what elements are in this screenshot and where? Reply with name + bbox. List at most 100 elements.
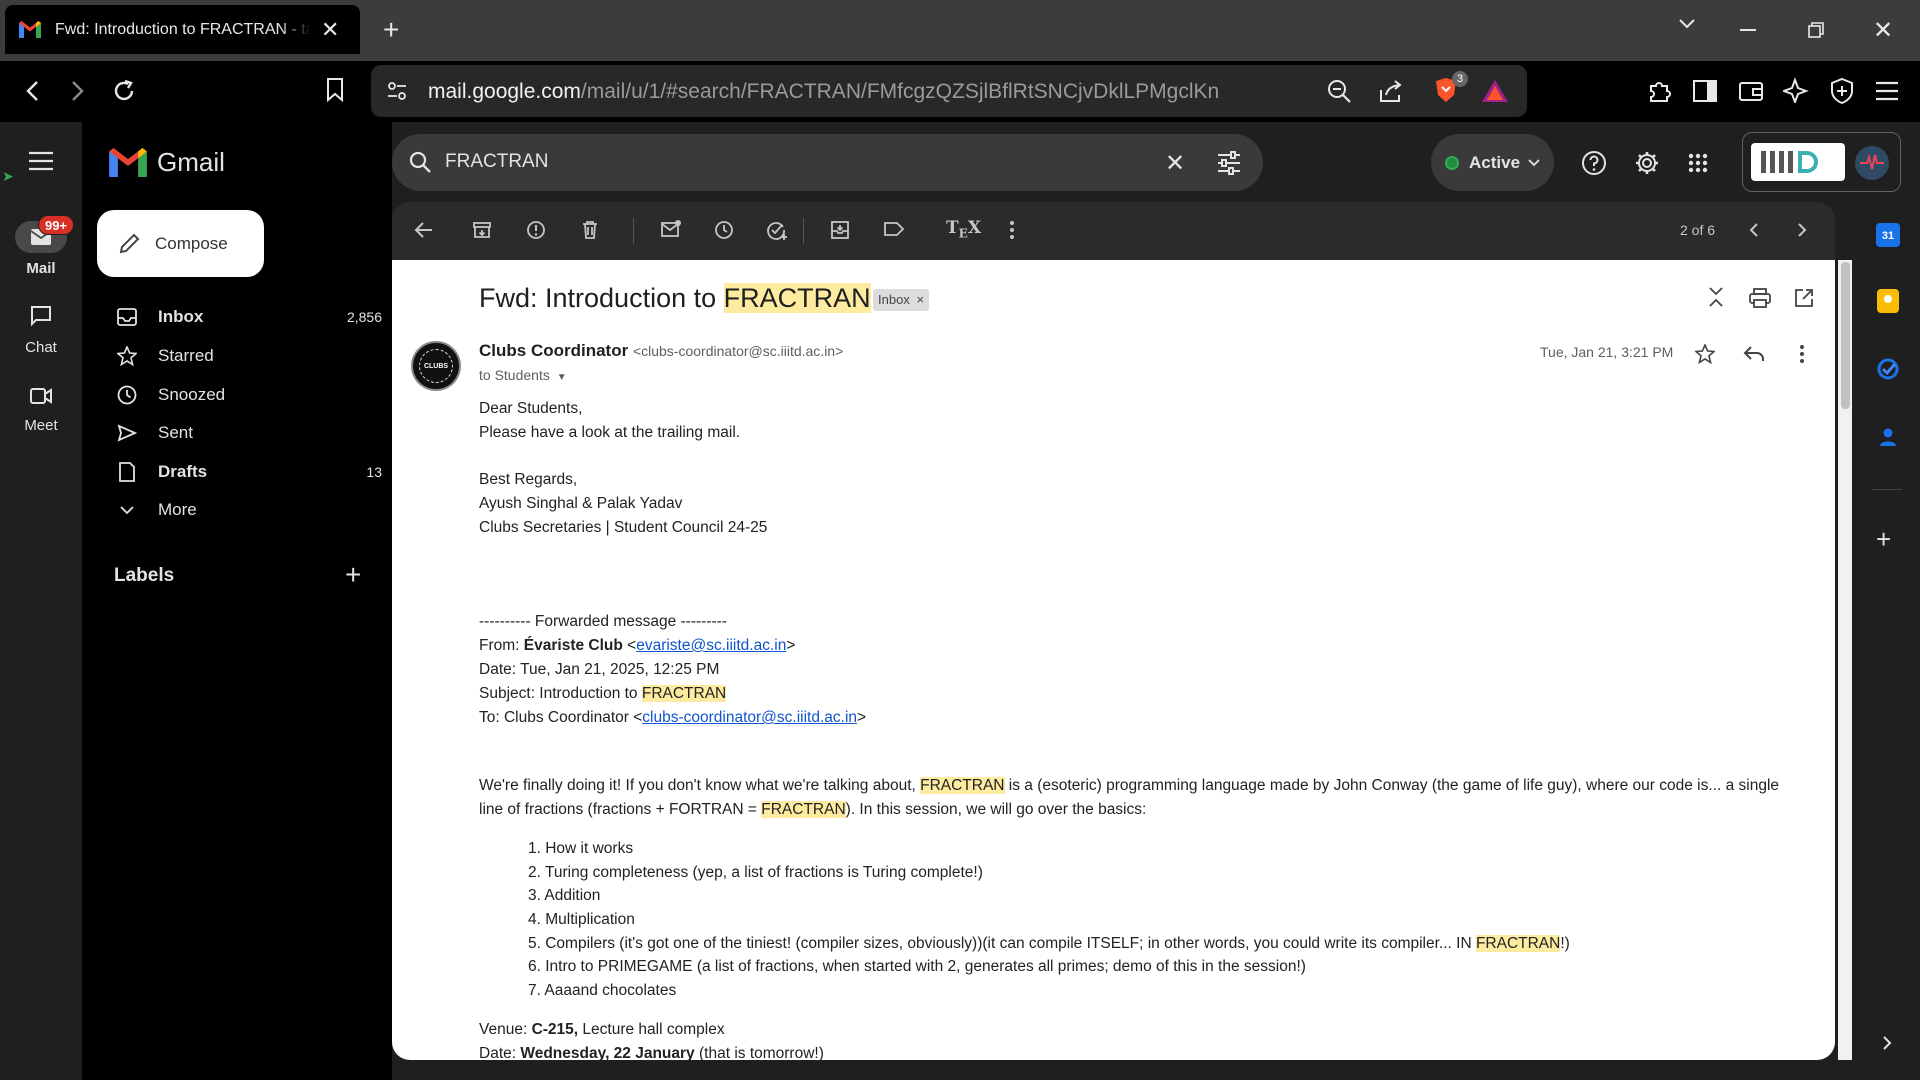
- tab-close-icon[interactable]: ✕: [321, 17, 339, 43]
- back-icon[interactable]: [25, 80, 39, 102]
- apps-grid-icon[interactable]: [1688, 153, 1708, 173]
- message-toolbar: TEX 2 of 6: [392, 202, 1835, 260]
- nav-sent[interactable]: Sent: [82, 414, 382, 452]
- body-regards: Best Regards,: [479, 471, 578, 488]
- url-domain: mail.google.com: [428, 80, 581, 103]
- wallet-icon[interactable]: [1738, 79, 1764, 103]
- event-date-rest: (that is tomorrow!): [694, 1045, 824, 1060]
- gmail-logo[interactable]: Gmail: [109, 147, 225, 178]
- recipients-dropdown[interactable]: to Students ▼: [479, 367, 567, 383]
- clear-search-icon[interactable]: ✕: [1165, 149, 1185, 178]
- tab-search-chevron-icon[interactable]: [1678, 18, 1696, 30]
- chat-icon[interactable]: [29, 305, 53, 327]
- zoom-icon[interactable]: [1326, 78, 1352, 104]
- bookmark-icon[interactable]: [325, 77, 345, 103]
- site-settings-icon[interactable]: [386, 80, 408, 102]
- main-menu-icon[interactable]: [28, 151, 54, 171]
- expand-arrow-icon: ➤: [2, 168, 14, 184]
- nav-starred[interactable]: Starred: [82, 337, 382, 375]
- settings-gear-icon[interactable]: [1634, 150, 1660, 176]
- share-icon[interactable]: [1378, 78, 1404, 104]
- search-input[interactable]: FRACTRAN: [445, 151, 548, 173]
- browser-tab[interactable]: Fwd: Introduction to FRACTRAN - tara ✕: [5, 5, 360, 54]
- report-spam-icon[interactable]: [526, 220, 546, 240]
- minimize-icon[interactable]: [1740, 29, 1756, 31]
- scrollbar-thumb[interactable]: [1841, 262, 1850, 409]
- nav-inbox[interactable]: Inbox 2,856: [82, 298, 382, 336]
- browser-menu-icon[interactable]: [1875, 81, 1899, 101]
- restore-icon[interactable]: [1808, 22, 1824, 38]
- leo-ai-icon[interactable]: [1783, 77, 1809, 103]
- snooze-icon[interactable]: [714, 220, 734, 240]
- get-addons-icon[interactable]: +: [1876, 524, 1891, 555]
- mark-unread-icon[interactable]: [660, 220, 682, 238]
- sender-name[interactable]: Clubs Coordinator: [479, 341, 628, 360]
- contacts-icon[interactable]: [1877, 426, 1899, 448]
- delete-icon[interactable]: [581, 220, 599, 240]
- label-icon[interactable]: [883, 220, 905, 238]
- star-message-icon[interactable]: [1695, 344, 1715, 364]
- message-view: Fwd: Introduction to FRACTRAN Inbox × CL…: [392, 260, 1835, 1060]
- from-email-link[interactable]: evariste@sc.iiitd.ac.in: [636, 637, 786, 654]
- nav-more[interactable]: More: [82, 491, 382, 529]
- compose-button[interactable]: Compose: [97, 210, 264, 277]
- add-to-tasks-icon[interactable]: [766, 220, 788, 240]
- search-options-icon[interactable]: [1216, 151, 1242, 175]
- more-actions-icon[interactable]: [1009, 220, 1015, 240]
- p2-text-a: line of fractions (fractions + FORTRAN =: [479, 801, 762, 818]
- message-more-icon[interactable]: [1799, 344, 1805, 364]
- list-item: 4. Multiplication: [528, 911, 635, 928]
- close-window-icon[interactable]: ✕: [1873, 16, 1893, 45]
- search-icon[interactable]: [408, 150, 432, 174]
- newer-message-icon[interactable]: [1749, 222, 1759, 238]
- brave-rewards-icon[interactable]: [1481, 79, 1509, 103]
- rail-chat-label[interactable]: Chat: [0, 339, 82, 356]
- tasks-icon[interactable]: [1877, 358, 1899, 380]
- forward-icon[interactable]: [71, 80, 85, 102]
- move-to-icon[interactable]: [830, 220, 850, 240]
- org-logo: [1751, 143, 1845, 181]
- new-tab-icon[interactable]: +: [383, 14, 399, 46]
- tex-extension-icon[interactable]: TEX: [946, 218, 981, 240]
- list-item: 2. Turing completeness (yep, a list of f…: [528, 864, 983, 881]
- remove-label-icon[interactable]: ×: [916, 292, 924, 307]
- add-label-icon[interactable]: +: [345, 559, 361, 591]
- vpn-icon[interactable]: [1829, 77, 1855, 105]
- older-message-icon[interactable]: [1797, 222, 1807, 238]
- nav-snoozed[interactable]: Snoozed: [82, 376, 382, 414]
- collapse-all-icon[interactable]: [1708, 286, 1724, 308]
- extensions-icon[interactable]: [1647, 78, 1673, 104]
- account-switcher[interactable]: [1742, 132, 1901, 192]
- url-text[interactable]: mail.google.com/mail/u/1/#search/FRACTRA…: [428, 80, 1219, 104]
- calendar-icon[interactable]: 31: [1876, 223, 1900, 247]
- reply-icon[interactable]: [1743, 345, 1765, 363]
- sidebar-toggle-icon[interactable]: [1692, 79, 1718, 103]
- inbox-label-chip[interactable]: Inbox ×: [873, 289, 930, 311]
- status-dropdown[interactable]: Active: [1431, 134, 1554, 191]
- clock-icon: [116, 384, 138, 406]
- open-in-new-window-icon[interactable]: [1794, 288, 1814, 308]
- fwd-subject-highlight: FRACTRAN: [641, 685, 727, 702]
- print-icon[interactable]: [1749, 288, 1771, 308]
- list-item-5-text: 5. Compilers (it's got one of the tinies…: [528, 935, 1476, 952]
- hide-side-panel-icon[interactable]: [1882, 1035, 1892, 1051]
- search-bar[interactable]: FRACTRAN ✕: [392, 134, 1263, 191]
- pencil-icon: [119, 233, 140, 253]
- list-item-5-end: !): [1560, 935, 1570, 952]
- list-item: 1. How it works: [528, 840, 634, 857]
- reload-icon[interactable]: [111, 78, 137, 104]
- address-bar[interactable]: mail.google.com/mail/u/1/#search/FRACTRA…: [371, 65, 1527, 117]
- list-item-5-highlight: FRACTRAN: [1475, 935, 1561, 952]
- send-icon: [116, 422, 138, 444]
- keep-icon[interactable]: [1877, 289, 1899, 313]
- nav-more-label: More: [158, 500, 197, 519]
- to-email-link[interactable]: clubs-coordinator@sc.iiitd.ac.in: [642, 709, 857, 726]
- meet-icon[interactable]: [29, 386, 53, 406]
- nav-drafts[interactable]: Drafts 13: [82, 453, 382, 491]
- help-icon[interactable]: [1581, 150, 1607, 176]
- status-label: Active: [1469, 152, 1521, 172]
- sender-avatar[interactable]: CLUBS: [411, 341, 461, 391]
- archive-icon[interactable]: [472, 220, 492, 240]
- rail-meet-label[interactable]: Meet: [0, 417, 82, 434]
- back-to-list-icon[interactable]: [414, 220, 434, 240]
